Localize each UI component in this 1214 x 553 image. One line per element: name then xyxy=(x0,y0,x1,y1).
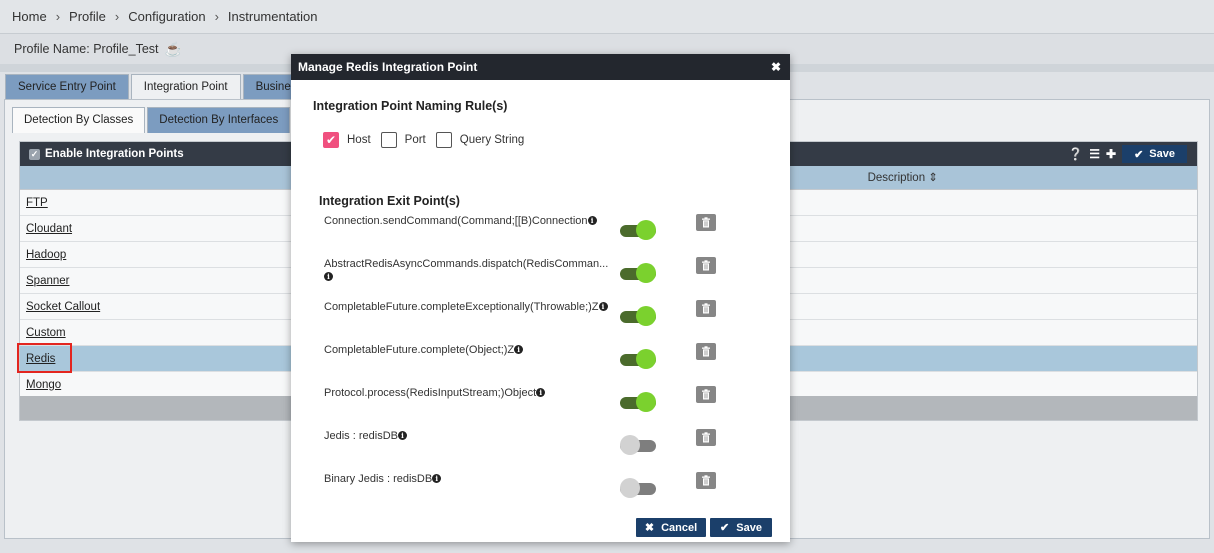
exit-point-toggle[interactable] xyxy=(620,477,658,499)
exit-point-text: AbstractRedisAsyncCommands.dispatch(Redi… xyxy=(324,258,609,270)
integration-point-link[interactable]: Spanner xyxy=(26,275,69,287)
toggle-knob xyxy=(636,263,656,283)
column-description-label: Description xyxy=(867,172,926,184)
redis-highlight-box xyxy=(17,343,72,373)
exit-point-label: Jedis : redisDB i xyxy=(324,430,624,443)
cancel-icon: ✖ xyxy=(644,522,655,534)
exit-point-text: CompletableFuture.completeExceptionally(… xyxy=(324,301,599,313)
breadcrumb-configuration[interactable]: Configuration xyxy=(128,9,205,24)
check-icon: ✔ xyxy=(720,522,730,534)
exit-point-toggle[interactable] xyxy=(620,219,658,241)
trash-icon[interactable] xyxy=(696,343,716,360)
trash-icon[interactable] xyxy=(696,257,716,274)
exit-point-label: Binary Jedis : redisDB i xyxy=(324,473,624,486)
table-save-label: Save xyxy=(1149,148,1175,160)
sort-icon: ⇕ xyxy=(928,172,938,184)
info-icon[interactable]: i xyxy=(432,474,442,483)
integration-point-link[interactable]: Cloudant xyxy=(26,223,72,235)
integration-point-link[interactable]: FTP xyxy=(26,197,48,209)
toggle-knob xyxy=(636,349,656,369)
exit-point-label: AbstractRedisAsyncCommands.dispatch(Redi… xyxy=(324,258,624,284)
chevron-right-icon: › xyxy=(55,9,61,24)
table-toolbar: ❔ ☰ ✚ ✔ Save xyxy=(1068,145,1187,163)
host-checkbox[interactable]: ✔ xyxy=(323,132,339,148)
profile-name: Profile Name: Profile_Test xyxy=(14,42,159,56)
breadcrumb-profile[interactable]: Profile xyxy=(69,9,106,24)
outer-tabs: Service Entry Point Integration Point Bu… xyxy=(5,74,327,100)
exit-point-toggle[interactable] xyxy=(620,434,658,456)
breadcrumb: Home › Profile › Configuration › Instrum… xyxy=(0,0,1214,34)
info-icon[interactable]: i xyxy=(397,431,407,440)
close-icon[interactable]: ✖ xyxy=(771,60,781,74)
info-icon[interactable]: i xyxy=(587,216,597,225)
naming-rules-title: Integration Point Naming Rule(s) xyxy=(313,99,508,113)
manage-redis-dialog: Manage Redis Integration Point ✖ Integra… xyxy=(291,54,790,542)
integration-point-link[interactable]: Socket Callout xyxy=(26,301,100,313)
host-label: Host xyxy=(347,134,371,146)
add-icon[interactable]: ✚ xyxy=(1106,147,1116,161)
toggle-knob xyxy=(636,392,656,412)
integration-point-link[interactable]: Mongo xyxy=(26,379,61,391)
toggle-knob xyxy=(620,435,640,455)
tab-integration-point[interactable]: Integration Point xyxy=(130,74,241,100)
exit-point-text: Binary Jedis : redisDB xyxy=(324,473,433,485)
table-save-button[interactable]: ✔ Save xyxy=(1122,145,1187,163)
cancel-button[interactable]: ✖ Cancel xyxy=(636,518,706,537)
naming-rules: ✔ Host Port Query String xyxy=(323,132,534,148)
exit-point-toggle[interactable] xyxy=(620,348,658,370)
check-icon: ✔ xyxy=(1134,148,1144,161)
trash-icon[interactable] xyxy=(696,300,716,317)
trash-icon[interactable] xyxy=(696,472,716,489)
info-icon[interactable]: i xyxy=(598,302,608,311)
integration-point-link[interactable]: Hadoop xyxy=(26,249,66,261)
port-checkbox[interactable] xyxy=(380,132,397,148)
exit-point-toggle[interactable] xyxy=(620,305,658,327)
exit-point-text: Jedis : redisDB xyxy=(324,430,398,442)
exit-point-label: CompletableFuture.completeExceptionally(… xyxy=(324,301,624,314)
exit-point-label: Protocol.process(RedisInputStream;)Objec… xyxy=(324,387,624,400)
tab-detection-by-interfaces[interactable]: Detection By Interfaces xyxy=(147,107,291,133)
exit-point-text: CompletableFuture.complete(Object;)Z xyxy=(324,344,515,356)
port-label: Port xyxy=(404,134,426,146)
menu-icon[interactable]: ☰ xyxy=(1089,147,1100,161)
exit-points-title: Integration Exit Point(s) xyxy=(319,194,460,208)
chevron-right-icon: › xyxy=(214,9,219,24)
info-icon[interactable]: i xyxy=(536,388,546,397)
java-icon: ☕ xyxy=(164,40,182,57)
exit-point-toggle[interactable] xyxy=(620,391,658,413)
info-icon[interactable]: i xyxy=(514,345,524,354)
chevron-right-icon: › xyxy=(114,9,120,24)
dialog-title: Manage Redis Integration Point xyxy=(298,60,478,74)
exit-point-label: CompletableFuture.complete(Object;)Z i xyxy=(324,344,624,357)
exit-point-toggle[interactable] xyxy=(620,262,658,284)
inner-tabs: Detection By Classes Detection By Interf… xyxy=(12,107,292,133)
exit-point-label: Connection.sendCommand(Command;[[B)Conne… xyxy=(324,215,624,228)
tab-service-entry-point[interactable]: Service Entry Point xyxy=(5,74,129,100)
integration-point-link[interactable]: Custom xyxy=(26,327,66,339)
trash-icon[interactable] xyxy=(696,386,716,403)
save-button[interactable]: ✔ Save xyxy=(710,518,772,537)
exit-point-text: Protocol.process(RedisInputStream;)Objec… xyxy=(324,387,537,399)
query-string-checkbox[interactable] xyxy=(435,132,452,148)
trash-icon[interactable] xyxy=(696,429,716,446)
breadcrumb-instrumentation: Instrumentation xyxy=(227,9,318,24)
breadcrumb-home[interactable]: Home xyxy=(12,9,47,24)
dialog-title-bar: Manage Redis Integration Point ✖ xyxy=(291,54,790,80)
cancel-label: Cancel xyxy=(661,521,698,534)
trash-icon[interactable] xyxy=(696,214,716,231)
query-string-label: Query String xyxy=(459,134,525,146)
exit-point-text: Connection.sendCommand(Command;[[B)Conne… xyxy=(324,215,588,227)
help-icon[interactable]: ❔ xyxy=(1068,147,1083,161)
enable-all-checkbox[interactable]: ✓ xyxy=(29,148,40,160)
toggle-knob xyxy=(620,478,640,498)
tab-detection-by-classes[interactable]: Detection By Classes xyxy=(12,107,146,133)
enable-integration-points-label: Enable Integration Points xyxy=(45,148,184,160)
toggle-knob xyxy=(636,220,656,240)
save-label: Save xyxy=(736,521,762,534)
toggle-knob xyxy=(636,306,656,326)
info-icon[interactable]: i xyxy=(324,272,333,281)
